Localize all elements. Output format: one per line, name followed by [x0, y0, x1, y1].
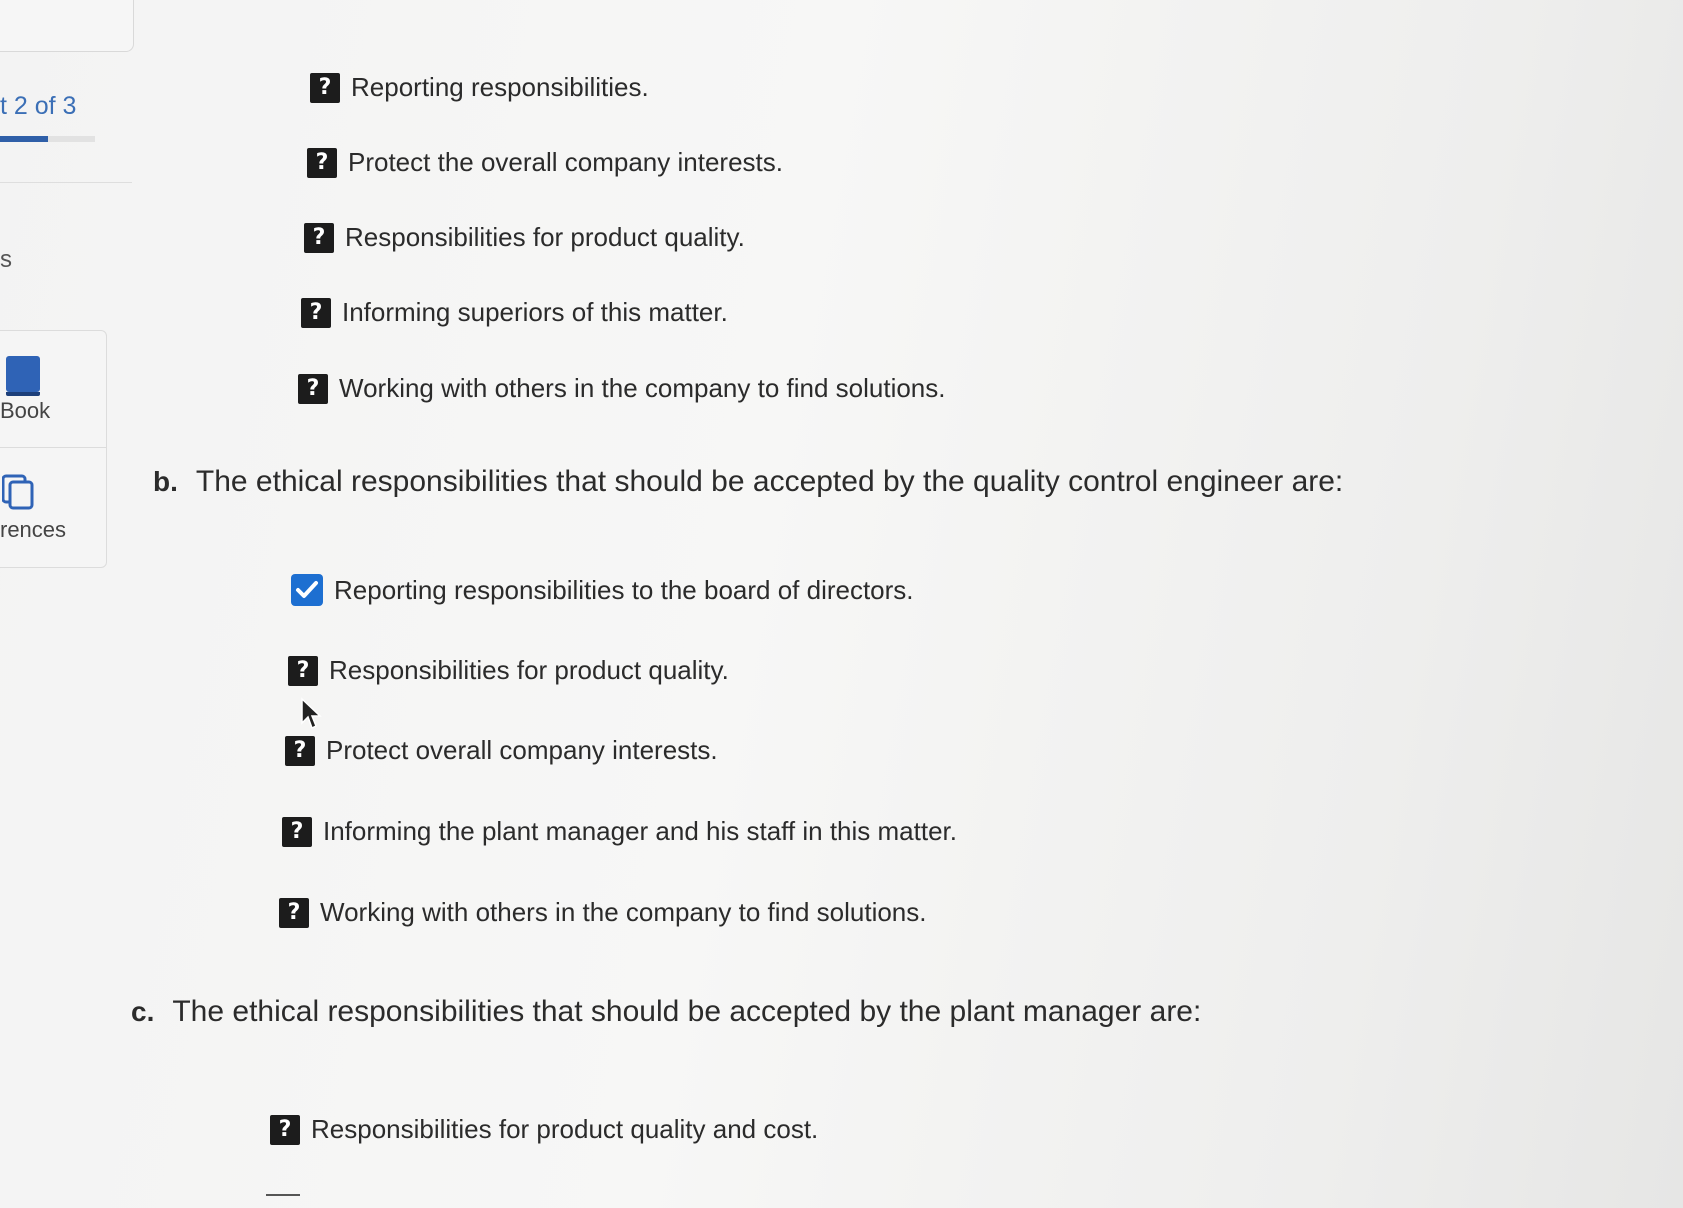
option-text: Protect the overall company interests. — [348, 147, 783, 177]
part-b-option-4[interactable]: ? Informing the plant manager and his st… — [282, 816, 957, 847]
rail-divider — [0, 182, 132, 183]
option-text: Reporting responsibilities. — [351, 72, 649, 102]
part-a-option-5[interactable]: ? Working with others in the company to … — [298, 373, 946, 404]
part-b-option-1[interactable]: Reporting responsibilities to the board … — [291, 574, 914, 606]
mouse-cursor-icon — [301, 697, 322, 730]
references-icon[interactable] — [2, 474, 34, 510]
question-mark-icon[interactable]: ? — [310, 72, 340, 103]
question-mark-icon[interactable]: ? — [279, 897, 309, 928]
part-a-option-3[interactable]: ? Responsibilities for product quality. — [304, 222, 745, 253]
question-mark-icon[interactable]: ? — [304, 222, 334, 253]
option-text: Responsibilities for product quality. — [329, 655, 729, 685]
part-indicator: t 2 of 3 — [0, 92, 77, 120]
option-text: Working with others in the company to fi… — [320, 897, 927, 927]
part-b-heading: b. The ethical responsibilities that sho… — [153, 465, 1343, 499]
rail-label-fragment: s — [0, 246, 12, 273]
part-c-letter: c. — [131, 996, 155, 1027]
part-c-heading: c. The ethical responsibilities that sho… — [131, 995, 1201, 1029]
question-mark-icon[interactable]: ? — [298, 373, 328, 404]
question-mark-icon[interactable]: ? — [282, 816, 312, 847]
part-progress-fill — [0, 136, 48, 142]
option-text: Informing superiors of this matter. — [342, 297, 728, 327]
part-progress-bar — [0, 136, 95, 142]
partial-divider — [266, 1194, 300, 1196]
option-text: Informing the plant manager and his staf… — [323, 816, 957, 846]
top-card — [0, 0, 134, 52]
question-mark-icon[interactable]: ? — [285, 735, 315, 766]
resource-nav-divider — [0, 447, 106, 448]
part-b-option-3[interactable]: ? Protect overall company interests. — [285, 735, 718, 766]
option-text: Protect overall company interests. — [326, 735, 718, 765]
part-c-option-1[interactable]: ? Responsibilities for product quality a… — [270, 1114, 818, 1145]
references-label[interactable]: rences — [0, 517, 66, 543]
ebook-icon[interactable] — [6, 356, 40, 396]
question-mark-icon[interactable]: ? — [301, 297, 331, 328]
question-mark-icon[interactable]: ? — [270, 1114, 300, 1145]
part-c-prompt: The ethical responsibilities that should… — [172, 995, 1202, 1028]
part-a-option-1[interactable]: ? Reporting responsibilities. — [310, 72, 649, 103]
part-b-letter: b. — [153, 466, 178, 497]
option-text: Reporting responsibilities to the board … — [334, 574, 914, 605]
ebook-label[interactable]: Book — [0, 398, 50, 424]
part-b-prompt: The ethical responsibilities that should… — [195, 465, 1344, 498]
question-mark-icon[interactable]: ? — [288, 655, 318, 686]
part-a-option-2[interactable]: ? Protect the overall company interests. — [307, 147, 783, 178]
option-text: Responsibilities for product quality and… — [311, 1114, 819, 1144]
part-b-option-2[interactable]: ? Responsibilities for product quality. — [288, 655, 729, 686]
part-b-option-5[interactable]: ? Working with others in the company to … — [279, 897, 927, 928]
question-mark-icon[interactable]: ? — [307, 147, 337, 178]
option-text: Working with others in the company to fi… — [339, 373, 946, 403]
part-a-option-4[interactable]: ? Informing superiors of this matter. — [301, 297, 728, 328]
checkmark-icon[interactable] — [291, 574, 323, 606]
option-text: Responsibilities for product quality. — [345, 222, 745, 252]
